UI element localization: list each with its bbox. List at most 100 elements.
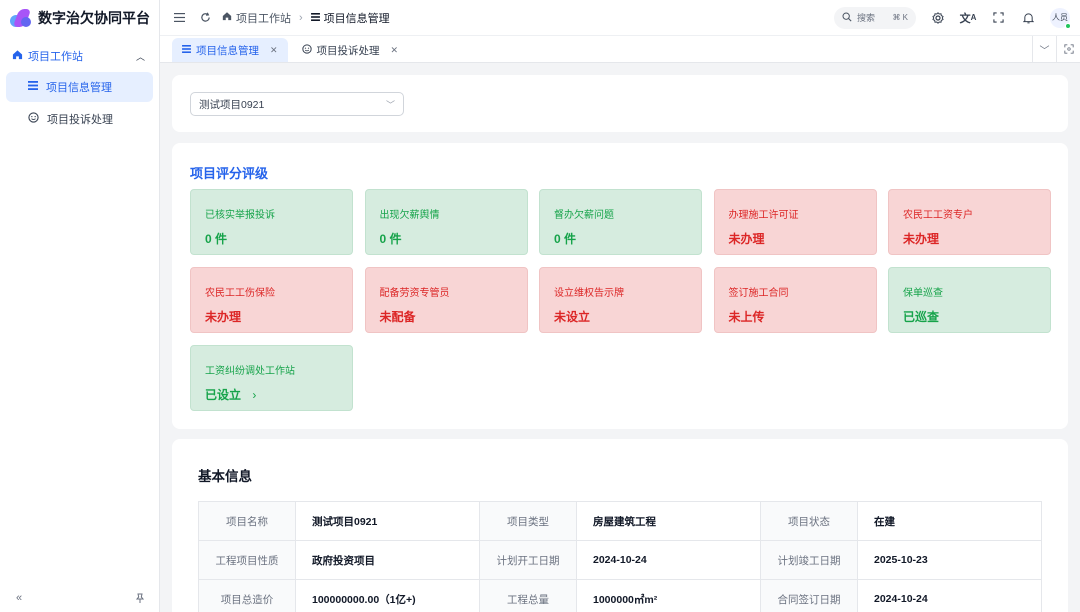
field-label: 工程项目性质 xyxy=(198,540,296,580)
field-label: 计划竣工日期 xyxy=(760,540,858,580)
fullscreen-icon[interactable] xyxy=(990,10,1006,26)
header-actions: 搜索 ⌘ K 文A 人员 xyxy=(834,6,1071,29)
rating-item-value: 未办理 xyxy=(728,232,765,246)
field-label: 计划开工日期 xyxy=(479,540,577,580)
breadcrumb: 项目工作站 › 项目信息管理 xyxy=(222,10,390,26)
rating-item-verified-complaints[interactable]: 已核实举报投诉 0 件 xyxy=(190,189,353,255)
sidebar-item-project-info[interactable]: 项目信息管理 xyxy=(6,72,153,102)
chevron-up-icon: ︿ xyxy=(135,51,145,62)
rating-item-wage-public-opinion[interactable]: 出现欠薪舆情 0 件 xyxy=(364,189,528,255)
avatar[interactable]: 人员 xyxy=(1050,7,1071,29)
chevron-down-icon[interactable]: ﹀ xyxy=(1032,36,1056,62)
rating-item-policy-inspection[interactable]: 保单巡查 已巡查 xyxy=(888,267,1051,333)
rating-item-value: 未上传 xyxy=(728,310,765,324)
rating-item-label: 配备劳资专管员 xyxy=(379,288,450,299)
rating-item-value: 未办理 xyxy=(903,232,940,246)
field-value: 政府投资项目 xyxy=(295,540,480,580)
breadcrumb-item[interactable]: 项目工作站 xyxy=(236,10,291,26)
sidebar-footer: « xyxy=(0,584,159,612)
tab-project-info[interactable]: 项目信息管理 ✕ xyxy=(172,38,288,62)
sidebar-group-label: 项目工作站 xyxy=(28,51,83,63)
translate-icon[interactable]: 文A xyxy=(960,10,977,26)
rating-item-dispute-mediation-station[interactable]: 工资纠纷调处工作站 已设立 › xyxy=(190,345,353,411)
rating-item-wage-account[interactable]: 农民工工资专户 未办理 xyxy=(888,189,1051,255)
rating-item-injury-insurance[interactable]: 农民工工伤保险 未办理 xyxy=(190,267,353,333)
chevron-right-icon[interactable]: › xyxy=(252,388,256,402)
top-header: 项目工作站 › 项目信息管理 搜索 ⌘ K 文A 人员 xyxy=(160,0,1080,36)
rating-item-supervised-issues[interactable]: 督办欠薪问题 0 件 xyxy=(539,189,702,255)
rating-item-rights-notice-board[interactable]: 设立维权告示牌 未设立 xyxy=(539,267,702,333)
rating-item-construction-contract[interactable]: 签订施工合同 未上传 xyxy=(713,267,877,333)
search-label: 搜索 xyxy=(857,13,876,23)
tab-label: 项目信息管理 xyxy=(196,44,259,57)
close-icon[interactable]: ✕ xyxy=(270,45,278,56)
project-select[interactable]: 测试项目0921 ﹀ xyxy=(190,92,404,116)
rating-item-value: 0 件 xyxy=(205,232,228,246)
list-icon xyxy=(28,81,38,93)
field-value: 房屋建筑工程 xyxy=(576,501,761,541)
tab-project-complaints[interactable]: 项目投诉处理 ✕ xyxy=(292,38,409,62)
rating-item-label: 已核实举报投诉 xyxy=(205,210,275,221)
field-label: 项目总造价 xyxy=(198,579,296,612)
rating-item-construction-permit[interactable]: 办理施工许可证 未办理 xyxy=(713,189,877,255)
field-label: 合同签订日期 xyxy=(760,579,858,612)
table-row: 工程项目性质 政府投资项目 计划开工日期 2024-10-24 计划竣工日期 2… xyxy=(198,540,1042,580)
list-icon xyxy=(182,44,191,56)
smile-icon xyxy=(301,43,312,57)
rating-item-value: 0 件 xyxy=(379,232,402,246)
maximize-icon[interactable] xyxy=(1056,36,1080,62)
field-value: 2025-10-23 xyxy=(857,540,1042,580)
rating-item-label: 出现欠薪舆情 xyxy=(379,210,440,221)
rating-item-value: 已设立 xyxy=(205,388,242,402)
field-value: 在建 xyxy=(857,501,1042,541)
search-icon xyxy=(842,12,852,24)
close-icon[interactable]: ✕ xyxy=(391,45,399,56)
rating-title: 项目评分评级 xyxy=(190,166,269,181)
collapse-sidebar-icon[interactable]: « xyxy=(10,589,28,607)
chevron-right-icon: › xyxy=(299,11,303,24)
field-value: 1000000㎡m² xyxy=(576,579,761,612)
sidebar-group-project-workstation[interactable]: 项目工作站 ︿ xyxy=(0,42,159,70)
rating-item-label: 农民工工资专户 xyxy=(903,210,973,221)
refresh-icon[interactable] xyxy=(196,9,214,27)
field-label: 项目名称 xyxy=(198,501,296,541)
rating-item-value: 0 件 xyxy=(554,232,577,246)
rating-item-label: 办理施工许可证 xyxy=(728,210,799,221)
sidebar-item-label: 项目信息管理 xyxy=(46,82,112,94)
basic-info-card: 基本信息 项目名称 测试项目0921 项目类型 房屋建筑工程 项目状态 在建 工… xyxy=(172,439,1068,612)
menu-toggle-icon[interactable] xyxy=(170,9,188,27)
chevron-down-icon: ﹀ xyxy=(385,99,395,110)
list-icon xyxy=(310,12,320,24)
rating-item-label: 签订施工合同 xyxy=(728,288,789,299)
basic-info-table: 项目名称 测试项目0921 项目类型 房屋建筑工程 项目状态 在建 工程项目性质… xyxy=(198,501,1042,612)
tab-bar: 项目信息管理 ✕ 项目投诉处理 ✕ ﹀ xyxy=(160,36,1080,63)
table-row: 项目名称 测试项目0921 项目类型 房屋建筑工程 项目状态 在建 xyxy=(198,501,1042,541)
rating-item-label: 保单巡查 xyxy=(903,288,943,299)
rating-item-label: 设立维权告示牌 xyxy=(554,288,624,299)
rating-item-labor-manager[interactable]: 配备劳资专管员 未配备 xyxy=(364,267,528,333)
app-title: 数字治欠协同平台 xyxy=(38,10,150,26)
pin-icon[interactable] xyxy=(131,589,149,607)
project-select-value: 测试项目0921 xyxy=(199,98,265,111)
field-label: 工程总量 xyxy=(479,579,577,612)
field-label: 项目状态 xyxy=(760,501,858,541)
table-row: 项目总造价 100000000.00（1亿+) 工程总量 1000000㎡m² … xyxy=(198,579,1042,612)
tab-bar-actions: ﹀ xyxy=(1032,36,1080,62)
basic-info-title: 基本信息 xyxy=(198,469,252,484)
brand[interactable]: 数字治欠协同平台 xyxy=(0,0,159,36)
home-icon xyxy=(12,49,23,63)
sidebar: 数字治欠协同平台 项目工作站 ︿ 项目信息管理 项目投诉处理 « xyxy=(0,0,160,612)
rating-item-label: 农民工工伤保险 xyxy=(205,288,275,299)
bell-icon[interactable] xyxy=(1020,10,1036,26)
rating-item-value: 未配备 xyxy=(379,310,416,324)
field-label: 项目类型 xyxy=(479,501,577,541)
online-status-dot xyxy=(1065,22,1071,29)
settings-icon[interactable] xyxy=(930,10,946,26)
sidebar-item-project-complaints[interactable]: 项目投诉处理 xyxy=(6,104,153,134)
home-icon xyxy=(222,11,232,24)
search-button[interactable]: 搜索 ⌘ K xyxy=(834,6,916,29)
rating-item-value: 未办理 xyxy=(205,310,242,324)
tab-label: 项目投诉处理 xyxy=(316,44,380,57)
project-select-card: 测试项目0921 ﹀ xyxy=(172,75,1068,132)
field-value: 2024-10-24 xyxy=(576,540,761,580)
